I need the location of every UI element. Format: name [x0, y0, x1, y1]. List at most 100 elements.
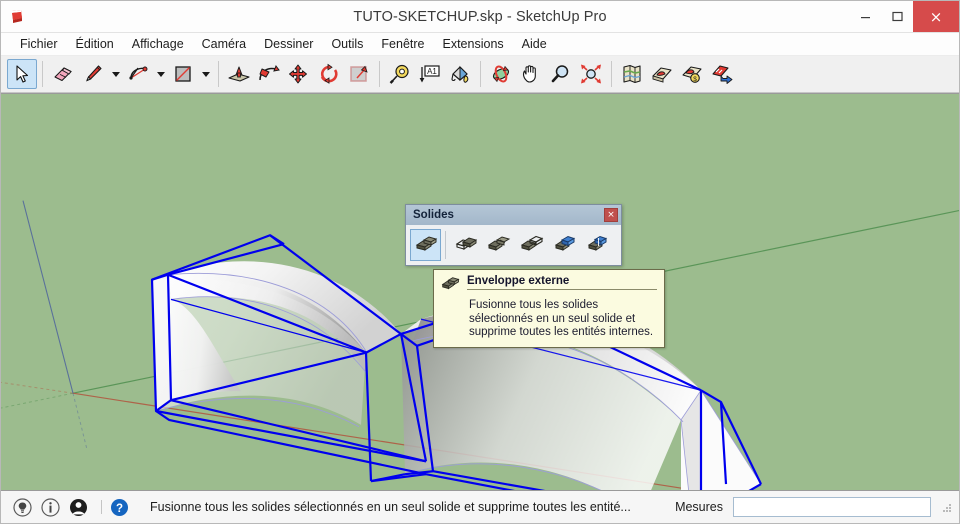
split-tool-button[interactable] — [582, 229, 613, 261]
rectangle-tool-button[interactable] — [168, 59, 198, 89]
union-tool-button[interactable] — [483, 229, 514, 261]
subtract-tool-button[interactable] — [516, 229, 547, 261]
tape-measure-tool-button[interactable] — [385, 59, 415, 89]
trim-tool-button[interactable] — [549, 229, 580, 261]
resize-grip[interactable] — [939, 500, 953, 514]
maximize-button[interactable] — [881, 1, 913, 32]
solides-toolbar-panel[interactable]: Solides × — [405, 204, 622, 266]
move-arrows-icon — [289, 64, 307, 84]
solides-panel-titlebar[interactable]: Solides × — [406, 205, 621, 225]
dimension-tool-button[interactable]: A1 — [415, 59, 445, 89]
scale-tool-button[interactable] — [344, 59, 374, 89]
menu-item-edition[interactable]: Édition — [67, 33, 123, 55]
menu-item-aide[interactable]: Aide — [513, 33, 556, 55]
pan-tool-button[interactable] — [516, 59, 546, 89]
union-solids-icon — [487, 236, 510, 251]
help-question-icon[interactable]: ? — [108, 496, 130, 518]
rectangle-dropdown-arrow[interactable] — [198, 59, 213, 89]
pencil-tool-button[interactable] — [78, 59, 108, 89]
menu-item-dessiner[interactable]: Dessiner — [255, 33, 322, 55]
solides-close-button[interactable]: × — [604, 208, 618, 222]
rotate-tool-button[interactable] — [314, 59, 344, 89]
select-tool-button[interactable] — [7, 59, 37, 89]
trim-solids-icon — [554, 235, 575, 251]
scale-icon — [350, 65, 368, 82]
toolbar-separator — [42, 61, 43, 87]
hand-pan-icon — [522, 65, 536, 83]
solides-panel-title: Solides — [413, 209, 454, 221]
intersect-tool-button[interactable] — [450, 229, 481, 261]
zoom-tool-button[interactable] — [546, 59, 576, 89]
3d-warehouse-icon: $ — [682, 66, 702, 83]
svg-text:$: $ — [693, 76, 697, 83]
toolbar-separator-3 — [379, 61, 380, 87]
follow-me-tool-button[interactable] — [254, 59, 284, 89]
statusbar: ? Fusionne tous les solides sélectionnés… — [1, 491, 959, 523]
svg-text:?: ? — [115, 502, 122, 514]
menu-item-fenetre[interactable]: Fenêtre — [372, 33, 433, 55]
pencil-dropdown-arrow[interactable] — [108, 59, 123, 89]
share-model-tool-button[interactable] — [707, 59, 737, 89]
tooltip-header: Enveloppe externe — [441, 275, 657, 297]
outer-shell-icon — [441, 275, 461, 297]
solides-separator — [445, 231, 446, 259]
outer-shell-tool-button[interactable] — [410, 229, 441, 261]
minimize-button[interactable] — [849, 1, 881, 32]
map-location-icon — [623, 64, 641, 84]
follow-me-icon — [259, 64, 280, 81]
eraser-icon — [54, 67, 72, 82]
photo-texture-tool-button[interactable] — [647, 59, 677, 89]
paint-bucket-icon — [451, 65, 469, 83]
main-toolbar: A1 $ — [1, 56, 959, 93]
menu-item-extensions[interactable]: Extensions — [434, 33, 513, 55]
window-titlebar: TUTO-SKETCHUP.skp - SketchUp Pro × — [1, 1, 959, 33]
tool-tooltip: Enveloppe externe Fusionne tous les soli… — [433, 269, 665, 348]
text-a1-icon: A1 — [419, 65, 440, 83]
status-message: Fusionne tous les solides sélectionnés e… — [150, 500, 631, 514]
magnifier-icon — [551, 65, 569, 83]
model-viewport[interactable]: Solides × Enveloppe externe Fusionne tou… — [1, 93, 959, 491]
zoom-extents-icon — [581, 64, 601, 84]
warehouse-tool-button[interactable]: $ — [677, 59, 707, 89]
intersect-solids-icon — [455, 237, 477, 251]
menu-item-outils[interactable]: Outils — [322, 33, 372, 55]
arc-dropdown-arrow[interactable] — [153, 59, 168, 89]
arc-tool-button[interactable] — [123, 59, 153, 89]
menu-item-fichier[interactable]: Fichier — [11, 33, 67, 55]
arrow-cursor-icon — [16, 65, 29, 83]
share-model-icon — [712, 65, 733, 84]
info-icon[interactable] — [39, 496, 61, 518]
menu-item-affichage[interactable]: Affichage — [123, 33, 193, 55]
push-pull-icon — [228, 66, 250, 82]
photo-texture-icon — [652, 67, 672, 83]
move-tool-button[interactable] — [284, 59, 314, 89]
measure-label: Mesures — [675, 500, 723, 514]
tooltip-description: Fusionne tous les solides sélectionnés e… — [469, 299, 654, 338]
toolbar-separator-5 — [611, 61, 612, 87]
menu-item-camera[interactable]: Caméra — [193, 33, 255, 55]
close-button[interactable]: × — [913, 1, 959, 32]
pencil-icon — [86, 65, 102, 82]
hint-bulb-icon[interactable] — [11, 496, 33, 518]
orbit-icon — [492, 65, 510, 83]
toolbar-separator-2 — [218, 61, 219, 87]
subtract-solids-icon — [520, 235, 543, 251]
measure-input[interactable] — [733, 497, 931, 517]
split-solids-icon — [587, 235, 607, 251]
eraser-tool-button[interactable] — [48, 59, 78, 89]
window-controls: × — [849, 1, 959, 32]
rectangle-icon — [175, 66, 191, 82]
zoom-extents-tool-button[interactable] — [576, 59, 606, 89]
geo-location-tool-button[interactable] — [617, 59, 647, 89]
arc-icon — [129, 66, 148, 80]
sketchup-logo-icon — [9, 8, 26, 25]
tape-measure-icon — [389, 64, 409, 84]
svg-text:A1: A1 — [427, 67, 437, 76]
sketchup-application-window: TUTO-SKETCHUP.skp - SketchUp Pro × Fichi… — [0, 0, 960, 524]
paint-bucket-tool-button[interactable] — [445, 59, 475, 89]
push-pull-tool-button[interactable] — [224, 59, 254, 89]
account-person-icon[interactable] — [67, 496, 89, 518]
window-title: TUTO-SKETCHUP.skp - SketchUp Pro — [353, 8, 607, 25]
tooltip-title: Enveloppe externe — [467, 275, 657, 290]
orbit-tool-button[interactable] — [486, 59, 516, 89]
